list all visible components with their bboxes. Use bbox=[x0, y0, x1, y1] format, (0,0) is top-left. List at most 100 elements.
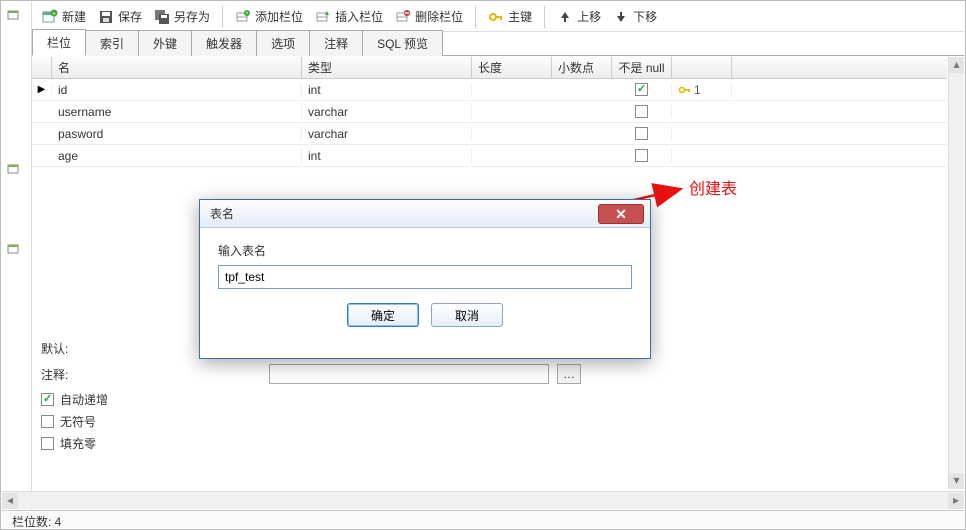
row-indicator: ▶ bbox=[32, 84, 52, 95]
statusbar: 栏位数: 4 bbox=[2, 510, 964, 528]
table-row[interactable]: ▶ id int 1 bbox=[32, 79, 947, 101]
header-name: 名 bbox=[52, 57, 302, 78]
table-row[interactable]: age int bbox=[32, 145, 947, 167]
svg-text:+: + bbox=[245, 11, 249, 17]
add-field-label: 添加栏位 bbox=[255, 8, 303, 25]
delete-field-label: 删除栏位 bbox=[415, 8, 463, 25]
tab-triggers[interactable]: 触发器 bbox=[191, 30, 257, 56]
dialog-ok-button[interactable]: 确定 bbox=[347, 303, 419, 327]
checkbox-icon[interactable] bbox=[635, 149, 648, 162]
insert-field-label: 插入栏位 bbox=[335, 8, 383, 25]
separator bbox=[475, 6, 476, 28]
field-type-cell[interactable]: varchar bbox=[302, 105, 472, 119]
table-name-input[interactable] bbox=[218, 265, 632, 289]
key-index: 1 bbox=[694, 83, 701, 97]
header-length: 长度 bbox=[472, 57, 552, 78]
header-indicator bbox=[32, 57, 52, 78]
gutter-marker-icon bbox=[6, 242, 26, 256]
separator bbox=[544, 6, 545, 28]
primary-key-button[interactable]: 主键 bbox=[482, 6, 538, 27]
scroll-right-icon[interactable]: ▸ bbox=[948, 493, 964, 509]
zerofill-label: 填充零 bbox=[60, 435, 96, 452]
header-decimals: 小数点 bbox=[552, 57, 612, 78]
field-type-cell[interactable]: varchar bbox=[302, 127, 472, 141]
default-label: 默认: bbox=[41, 340, 91, 357]
arrow-up-icon bbox=[557, 9, 573, 25]
field-not-null-cell[interactable] bbox=[612, 149, 672, 162]
comment-label: 注释: bbox=[41, 366, 91, 383]
tab-bar: 栏位 索引 外键 触发器 选项 注释 SQL 预览 bbox=[32, 32, 964, 56]
new-table-icon: + bbox=[42, 9, 58, 25]
table-row[interactable]: username varchar bbox=[32, 101, 947, 123]
move-down-label: 下移 bbox=[633, 8, 657, 25]
field-type-cell[interactable]: int bbox=[302, 149, 472, 163]
save-as-button[interactable]: 另存为 bbox=[148, 6, 216, 27]
comment-browse-button[interactable]: … bbox=[557, 364, 581, 384]
auto-increment-checkbox[interactable] bbox=[41, 393, 54, 406]
checkbox-icon[interactable] bbox=[635, 83, 648, 96]
tab-comment[interactable]: 注释 bbox=[309, 30, 363, 56]
auto-increment-label: 自动递增 bbox=[60, 391, 108, 408]
scroll-left-icon[interactable]: ◂ bbox=[2, 493, 18, 509]
header-not-null: 不是 null bbox=[612, 57, 672, 78]
arrow-down-icon bbox=[613, 9, 629, 25]
insert-field-button[interactable]: 插入栏位 bbox=[309, 6, 389, 27]
zerofill-checkbox[interactable] bbox=[41, 437, 54, 450]
delete-field-button[interactable]: 删除栏位 bbox=[389, 6, 469, 27]
tab-indexes[interactable]: 索引 bbox=[85, 30, 139, 56]
scroll-up-icon[interactable]: ▴ bbox=[949, 57, 964, 73]
field-name-cell[interactable]: id bbox=[52, 83, 302, 97]
checkbox-icon[interactable] bbox=[635, 105, 648, 118]
new-button[interactable]: + 新建 bbox=[36, 6, 92, 27]
tab-sql-preview[interactable]: SQL 预览 bbox=[362, 30, 443, 56]
key-icon bbox=[488, 9, 504, 25]
table-row[interactable]: pasword varchar bbox=[32, 123, 947, 145]
gutter-marker-icon bbox=[6, 8, 26, 22]
save-button[interactable]: 保存 bbox=[92, 6, 148, 27]
current-row-icon: ▶ bbox=[38, 84, 46, 95]
move-down-button[interactable]: 下移 bbox=[607, 6, 663, 27]
save-as-label: 另存为 bbox=[174, 8, 210, 25]
dialog-titlebar[interactable]: 表名 ✕ bbox=[200, 200, 650, 228]
gutter-marker-icon bbox=[6, 162, 26, 176]
tab-fields[interactable]: 栏位 bbox=[32, 29, 86, 56]
save-label: 保存 bbox=[118, 8, 142, 25]
horizontal-scrollbar[interactable]: ◂ ▸ bbox=[2, 491, 964, 509]
new-label: 新建 bbox=[62, 8, 86, 25]
vertical-scrollbar[interactable]: ▴ ▾ bbox=[948, 57, 964, 489]
scroll-down-icon[interactable]: ▾ bbox=[949, 473, 964, 489]
table-name-dialog: 表名 ✕ 输入表名 确定 取消 bbox=[199, 199, 651, 359]
field-name-cell[interactable]: pasword bbox=[52, 127, 302, 141]
field-not-null-cell[interactable] bbox=[612, 83, 672, 96]
left-gutter bbox=[2, 2, 32, 510]
svg-text:+: + bbox=[52, 11, 56, 17]
insert-field-icon bbox=[315, 9, 331, 25]
annotation-label: 创建表 bbox=[689, 175, 737, 199]
tab-options[interactable]: 选项 bbox=[256, 30, 310, 56]
fields-grid: 名 类型 长度 小数点 不是 null ▶ id int 1 username bbox=[32, 57, 947, 169]
unsigned-label: 无符号 bbox=[60, 413, 96, 430]
dialog-prompt: 输入表名 bbox=[218, 242, 632, 259]
add-field-button[interactable]: + 添加栏位 bbox=[229, 6, 309, 27]
close-icon: ✕ bbox=[615, 206, 627, 222]
save-as-icon bbox=[154, 9, 170, 25]
dialog-cancel-button[interactable]: 取消 bbox=[431, 303, 503, 327]
field-type-cell[interactable]: int bbox=[302, 83, 472, 97]
add-field-icon: + bbox=[235, 9, 251, 25]
field-key-cell[interactable]: 1 bbox=[672, 83, 732, 97]
dialog-close-button[interactable]: ✕ bbox=[598, 204, 644, 224]
toolbar: + 新建 保存 另存为 + 添加栏位 插入栏位 bbox=[32, 2, 964, 32]
move-up-button[interactable]: 上移 bbox=[551, 6, 607, 27]
tab-foreign-keys[interactable]: 外键 bbox=[138, 30, 192, 56]
unsigned-checkbox[interactable] bbox=[41, 415, 54, 428]
status-field-count: 栏位数: 4 bbox=[12, 515, 61, 529]
field-not-null-cell[interactable] bbox=[612, 127, 672, 140]
checkbox-icon[interactable] bbox=[635, 127, 648, 140]
comment-input[interactable] bbox=[269, 364, 549, 384]
primary-key-indicator: 1 bbox=[678, 83, 701, 97]
dialog-title: 表名 bbox=[210, 205, 234, 222]
field-name-cell[interactable]: age bbox=[52, 149, 302, 163]
field-not-null-cell[interactable] bbox=[612, 105, 672, 118]
field-name-cell[interactable]: username bbox=[52, 105, 302, 119]
table-header-row: 名 类型 长度 小数点 不是 null bbox=[32, 57, 947, 79]
